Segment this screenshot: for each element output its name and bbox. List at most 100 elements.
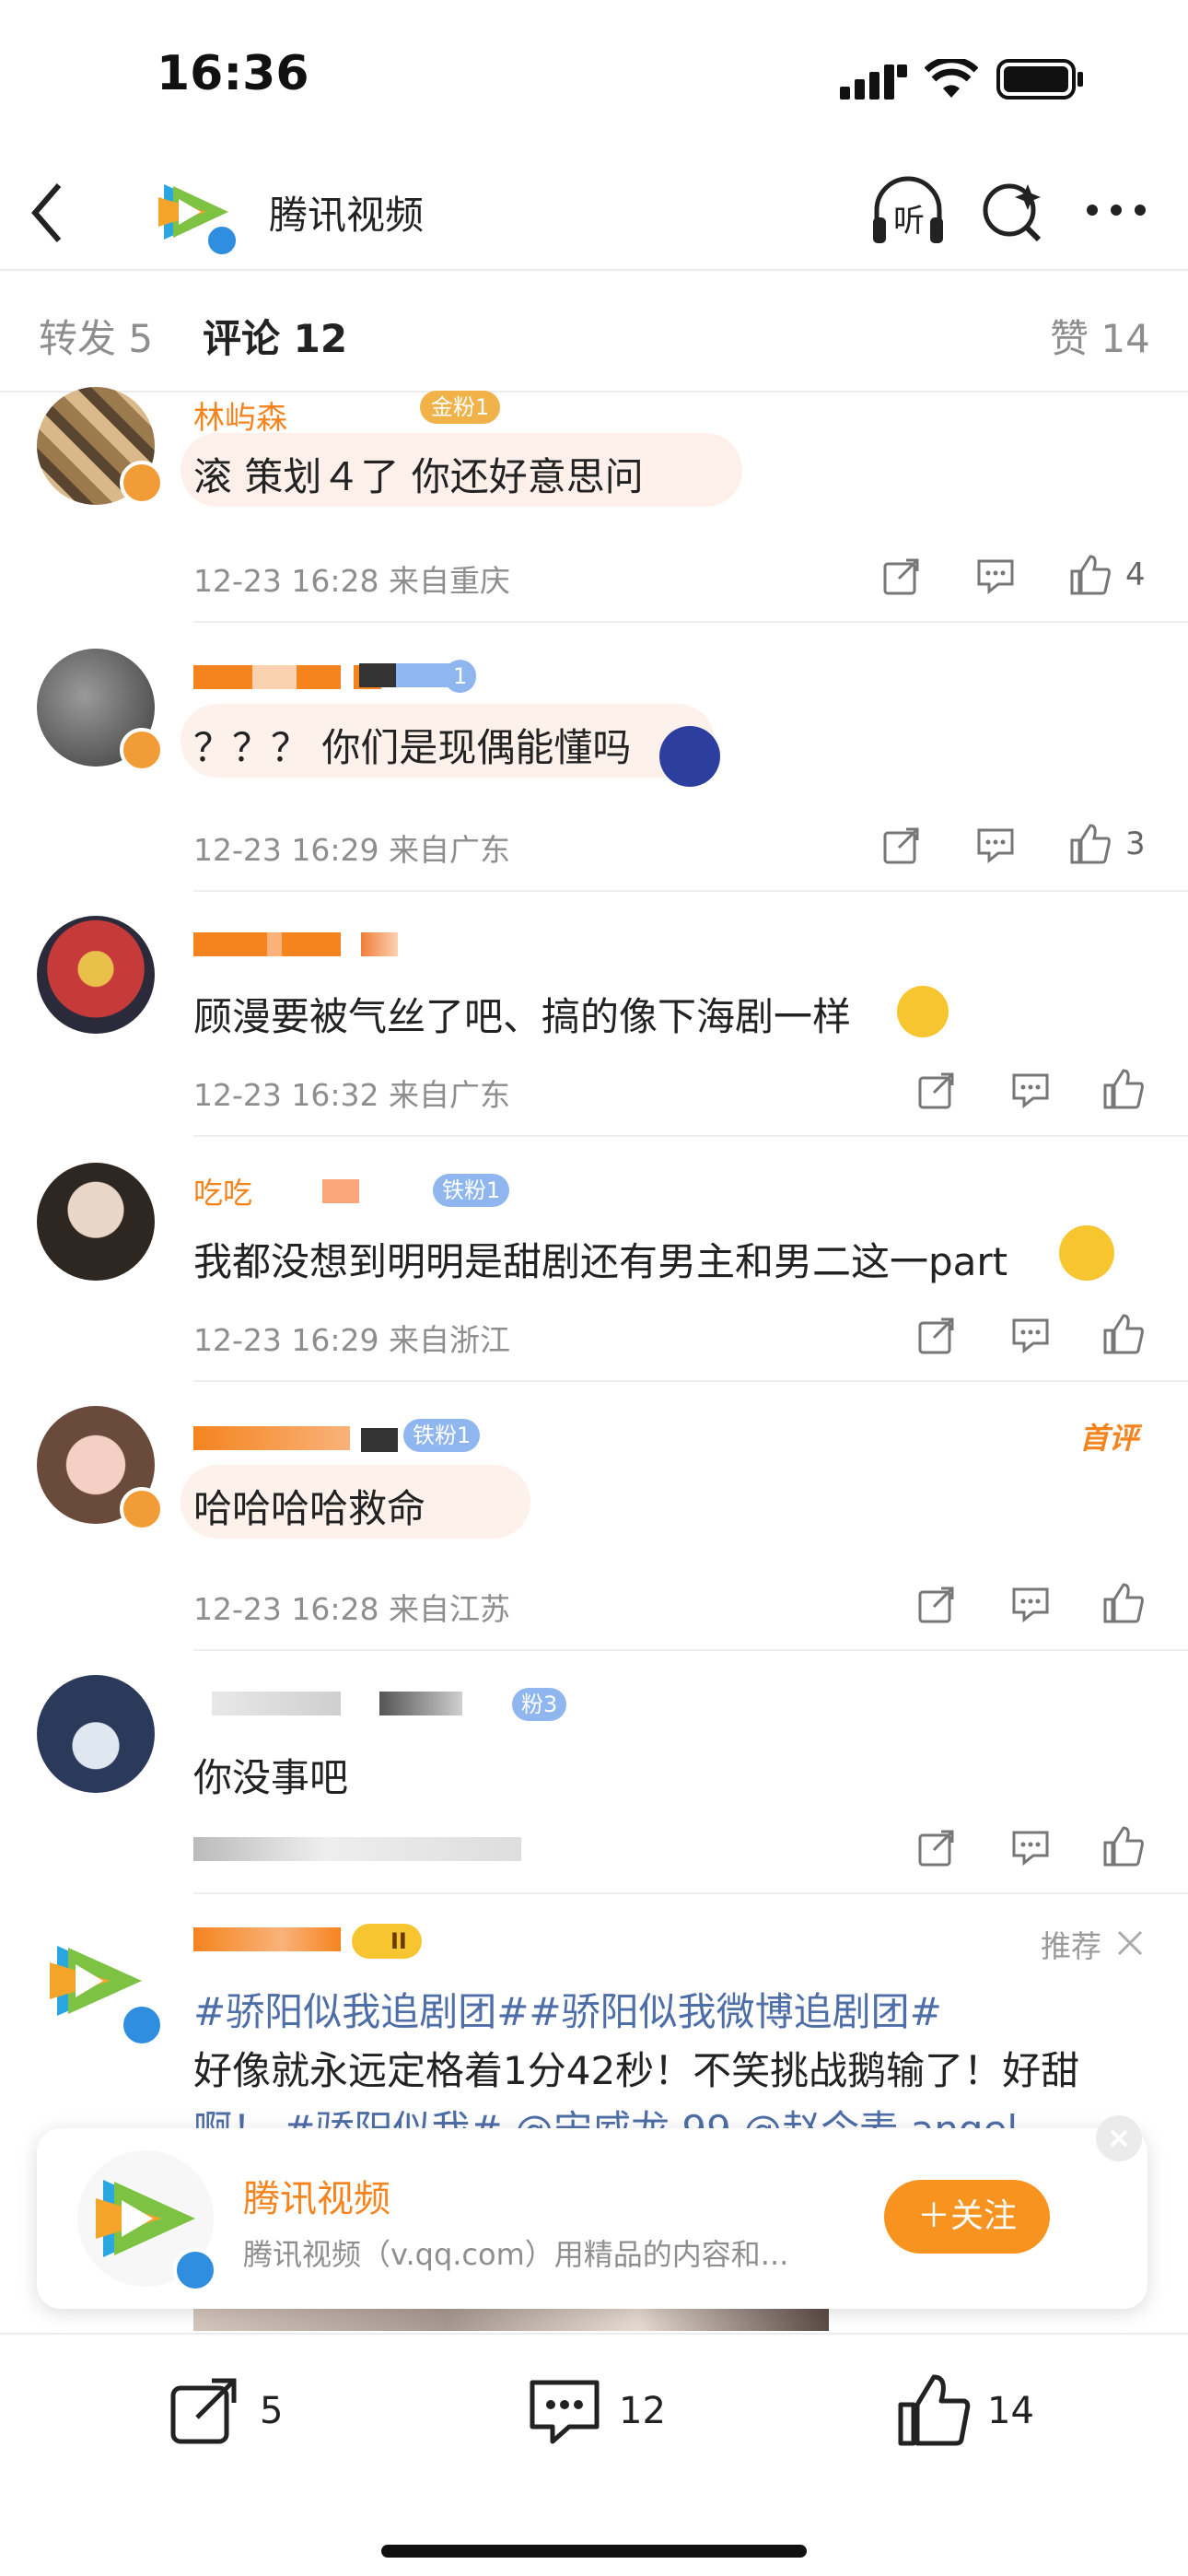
comment-meta: 12-23 16:29 来自浙江 <box>193 1322 510 1358</box>
avatar[interactable] <box>37 916 155 1034</box>
chevron-left-icon <box>31 183 62 242</box>
comment-username-part <box>361 1428 398 1452</box>
repost-button[interactable]: 5 <box>169 2375 317 2449</box>
share-icon[interactable] <box>917 1585 956 1623</box>
comment-count: 12 <box>619 2390 666 2432</box>
comment-meta: 12-23 16:29 来自广东 <box>193 832 510 868</box>
sticker-image <box>659 726 720 787</box>
reply-icon[interactable] <box>1011 1828 1050 1867</box>
search-button[interactable] <box>980 173 1044 247</box>
comment-text: 你没事吧 <box>193 1755 349 1800</box>
tab-reposts[interactable]: 转发 5 <box>39 308 153 364</box>
back-button[interactable] <box>26 180 72 244</box>
comment-username-part <box>322 1179 359 1203</box>
emoji-icon <box>897 986 949 1037</box>
verified-badge <box>120 1487 164 1531</box>
card-close-button[interactable] <box>1096 2115 1142 2161</box>
comment-button[interactable]: 12 <box>529 2375 694 2449</box>
signal-icon <box>840 63 908 103</box>
comment-icon <box>530 2380 600 2444</box>
comment-divider <box>193 621 1188 623</box>
comment-divider <box>193 890 1188 892</box>
comment-username-part <box>361 932 398 956</box>
like-icon[interactable] <box>1101 1824 1144 1867</box>
repost-icon <box>170 2378 237 2444</box>
like-icon[interactable] <box>1101 1581 1144 1623</box>
comment-username[interactable] <box>212 1692 341 1715</box>
post-username[interactable] <box>193 1927 341 1951</box>
more-dots-icon <box>1087 205 1146 216</box>
search-sparkle-icon <box>983 183 1042 242</box>
battery-icon <box>996 59 1085 103</box>
more-button[interactable] <box>1085 201 1149 219</box>
comment-divider <box>193 1892 1188 1894</box>
thumbs-up-icon <box>898 2374 971 2446</box>
like-icon[interactable] <box>1101 1312 1144 1354</box>
comment-username-part <box>359 663 451 687</box>
comment-username[interactable] <box>193 1426 350 1450</box>
comment-divider <box>193 1380 1188 1382</box>
verified-badge <box>120 461 164 505</box>
account-name[interactable]: 腾讯视频 <box>269 184 424 240</box>
comment-meta: 12-23 16:32 来自广东 <box>193 1077 510 1113</box>
like-count: 3 <box>1125 825 1146 862</box>
comment-username[interactable]: 林屿森_ <box>193 392 414 437</box>
like-icon[interactable] <box>1101 1067 1144 1109</box>
home-indicator <box>381 2545 807 2558</box>
comment-text: 滚 策划４了 你还好意思问 <box>193 454 644 499</box>
status-time: 16:36 <box>157 46 309 101</box>
nav-divider <box>0 269 1188 271</box>
comment-divider <box>193 1649 1188 1651</box>
card-avatar <box>77 2150 217 2292</box>
first-comment-tag: 首评 <box>1079 1421 1139 1456</box>
close-icon <box>1110 2129 1128 2148</box>
account-avatar[interactable] <box>151 168 239 258</box>
comment-meta: 12-23 16:28 来自江苏 <box>193 1591 510 1627</box>
like-count: 14 <box>987 2390 1034 2432</box>
avatar[interactable] <box>37 1675 155 1793</box>
comment-text: 我都没想到明明是甜剧还有男主和男二这一part <box>193 1239 1008 1284</box>
share-icon[interactable] <box>882 825 921 864</box>
tab-comments[interactable]: 评论 12 <box>203 308 347 364</box>
comment-text: ？？？ 你们是现偶能懂吗 <box>193 725 632 770</box>
comment-username-part <box>379 1692 462 1715</box>
emoji-icon <box>1059 1225 1114 1281</box>
like-count: 4 <box>1125 556 1146 593</box>
tab-divider <box>0 391 1188 392</box>
comment-text: 顾漫要被气丝了吧、搞的像下海剧一样 <box>193 994 852 1039</box>
reply-icon[interactable] <box>976 556 1015 595</box>
fan-badge: 1 <box>444 660 477 693</box>
comment-meta: 12-23 16:28 来自重庆 <box>193 563 510 599</box>
share-icon[interactable] <box>917 1828 956 1867</box>
listen-button[interactable]: 听 <box>869 171 947 249</box>
verified-badge <box>120 728 164 772</box>
share-icon[interactable] <box>882 556 921 595</box>
reply-icon[interactable] <box>1011 1071 1050 1109</box>
follow-card[interactable]: 腾讯视频 腾讯视频（v.qq.com）用精品的内容和... ＋关注 <box>37 2115 1147 2309</box>
reply-icon[interactable] <box>1011 1585 1050 1623</box>
close-icon[interactable] <box>1116 1929 1144 1957</box>
post-hashtags[interactable]: #骄阳似我追剧团##骄阳似我微博追剧团# <box>193 1981 942 2037</box>
reply-icon[interactable] <box>1011 1316 1050 1354</box>
wifi-icon <box>924 56 979 103</box>
comment-text: 哈哈哈哈救命 <box>193 1486 426 1531</box>
bottom-bar: 5 12 14 <box>0 2335 1188 2576</box>
tab-likes[interactable]: 赞 14 <box>1050 308 1150 364</box>
member-badge: II <box>352 1924 422 1959</box>
fan-badge: 铁粉1 <box>403 1419 481 1452</box>
like-icon[interactable] <box>1068 822 1111 864</box>
share-icon[interactable] <box>917 1071 956 1109</box>
comment-meta-blurred <box>193 1837 521 1861</box>
verified-badge <box>120 2003 164 2047</box>
comment-username[interactable] <box>193 665 341 689</box>
share-icon[interactable] <box>917 1316 956 1354</box>
like-button[interactable]: 14 <box>897 2371 1063 2449</box>
fan-badge: 金粉1 <box>420 391 501 424</box>
fan-badge: 粉3 <box>512 1688 567 1721</box>
avatar[interactable] <box>37 1163 155 1281</box>
comment-divider <box>193 1135 1188 1137</box>
reply-icon[interactable] <box>976 825 1015 864</box>
comment-username[interactable] <box>193 932 341 956</box>
follow-button[interactable]: ＋关注 <box>884 2180 1050 2254</box>
like-icon[interactable] <box>1068 553 1111 595</box>
